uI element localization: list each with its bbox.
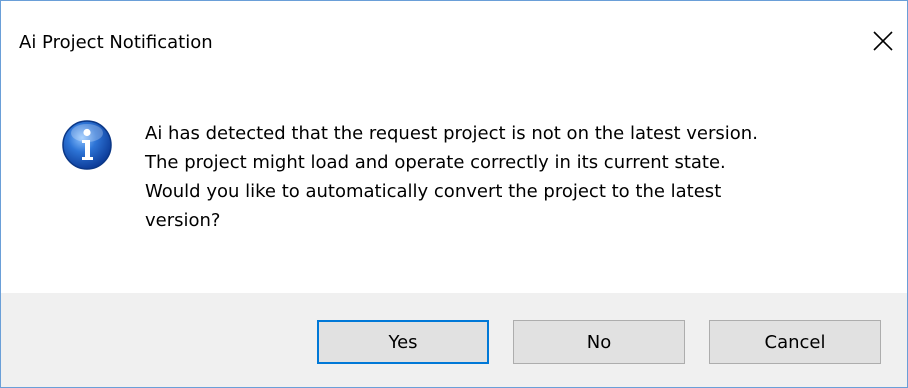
info-icon [62,120,112,170]
yes-button[interactable]: Yes [317,320,489,364]
close-icon [873,31,893,51]
button-bar: Yes No Cancel [1,293,907,387]
notification-dialog: Ai Project Notification Ai has detected … [0,0,908,388]
message-line: Ai has detected that the request project… [145,123,758,144]
no-button[interactable]: No [513,320,685,364]
message-area: Ai has detected that the request project… [1,83,907,293]
dialog-title: Ai Project Notification [19,32,213,53]
message-line: version? [145,210,221,231]
title-bar: Ai Project Notification [1,1,907,83]
message-line: Would you like to automatically convert … [145,181,722,202]
message-text: Ai has detected that the request project… [145,119,875,235]
cancel-button[interactable]: Cancel [709,320,881,364]
close-button[interactable] [865,23,901,59]
message-line: The project might load and operate corre… [145,152,726,173]
